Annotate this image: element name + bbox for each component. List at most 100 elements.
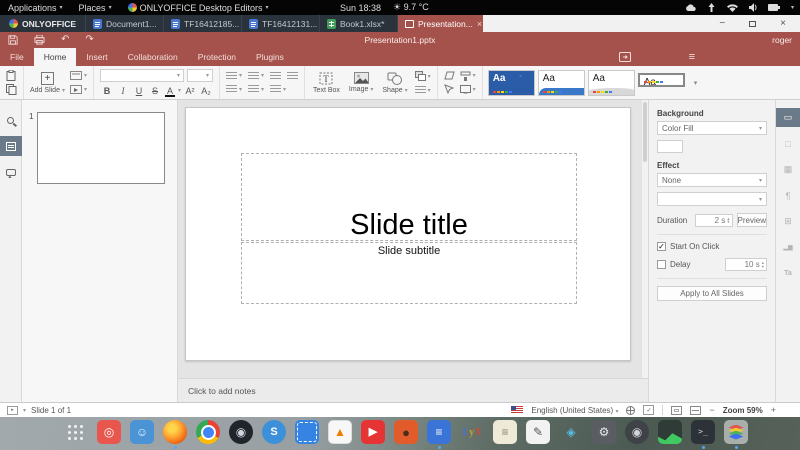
shape-settings-button[interactable]: □ xyxy=(776,134,800,153)
tab-collaboration[interactable]: Collaboration xyxy=(118,48,188,66)
tab-file[interactable]: File xyxy=(0,48,34,66)
chevron-down-icon[interactable]: ▾ xyxy=(791,4,794,11)
underline-button[interactable]: U xyxy=(132,86,146,96)
spell-check-icon[interactable]: ✓ xyxy=(643,405,655,415)
slide-size-button[interactable]: ▾ xyxy=(459,85,476,94)
paragraph-settings-button[interactable]: ¶ xyxy=(776,186,800,205)
line-spacing-button[interactable]: ▾ xyxy=(270,85,286,94)
dock-screenshot-tool-icon[interactable]: ◎ xyxy=(97,420,121,444)
vertical-align-button[interactable]: ▾ xyxy=(248,85,264,94)
fit-slide-icon[interactable] xyxy=(671,405,683,415)
image-settings-button[interactable]: ▦ xyxy=(776,160,800,179)
theme-gallery-expand-icon[interactable]: ▾ xyxy=(688,79,704,87)
tab-protection[interactable]: Protection xyxy=(188,48,246,66)
main-window-button[interactable]: ONLYOFFICE xyxy=(0,15,85,32)
scrollbar-thumb[interactable] xyxy=(643,102,647,162)
font-size-select[interactable]: ▾ xyxy=(187,69,213,83)
dock-mail-stamp-icon[interactable] xyxy=(295,420,319,444)
applications-menu[interactable]: Applications ▾ xyxy=(0,0,71,15)
dock-notes-app-icon[interactable]: ≡ xyxy=(493,420,517,444)
restore-button[interactable] xyxy=(749,20,757,27)
clear-style-icon[interactable] xyxy=(444,71,455,80)
duration-spinner[interactable]: 2 s ▴ ▾ xyxy=(694,213,733,227)
horizontal-align-button[interactable]: ▾ xyxy=(226,85,242,94)
font-name-select[interactable]: ▾ xyxy=(100,69,184,83)
tab-book1[interactable]: Book1.xlsx* xyxy=(319,15,397,32)
fit-width-icon[interactable] xyxy=(690,405,702,415)
volume-icon[interactable] xyxy=(748,3,757,12)
dock-text-editor-icon[interactable]: ✎ xyxy=(526,420,550,444)
search-button[interactable] xyxy=(0,110,22,130)
chart-settings-button[interactable]: ▂▆ xyxy=(776,238,800,257)
wifi-icon[interactable] xyxy=(726,3,738,12)
background-fill-select[interactable]: Color Fill ▾ xyxy=(657,121,767,135)
superscript-button[interactable]: A² xyxy=(183,86,197,96)
background-color-swatch[interactable] xyxy=(657,140,683,153)
dock-steam-icon[interactable]: ◉ xyxy=(229,420,253,444)
select-tool-icon[interactable] xyxy=(443,84,454,95)
apply-to-all-slides-button[interactable]: Apply to All Slides xyxy=(657,286,767,301)
bold-button[interactable]: B xyxy=(100,86,114,96)
slides-panel-button[interactable] xyxy=(0,136,22,156)
paste-icon[interactable] xyxy=(6,69,16,81)
copy-icon[interactable] xyxy=(6,84,17,96)
dock-file-manager-icon[interactable]: ☺ xyxy=(130,420,154,444)
slide-thumbnail[interactable] xyxy=(37,112,165,184)
comments-button[interactable] xyxy=(0,162,22,182)
battery-icon[interactable] xyxy=(767,4,780,11)
change-layout-button[interactable]: ▾ xyxy=(69,71,87,80)
dock-onlyoffice-desktop-icon[interactable] xyxy=(724,420,748,449)
subtitle-placeholder[interactable]: Slide subtitle xyxy=(241,242,577,304)
effect-select[interactable]: None ▾ xyxy=(657,173,767,187)
numbering-button[interactable]: ▾ xyxy=(248,71,264,80)
arrange-shape-button[interactable]: ▾ xyxy=(414,71,431,81)
dock-lyx-icon[interactable]: LyX xyxy=(460,420,484,444)
tab-tf16412185[interactable]: TF16412185... xyxy=(163,15,241,32)
start-slideshow-status-button[interactable]: ▸ xyxy=(7,405,18,415)
places-menu[interactable]: Places ▾ xyxy=(71,0,120,15)
tab-home[interactable]: Home xyxy=(33,48,77,66)
tab-insert[interactable]: Insert xyxy=(76,48,117,66)
bullets-button[interactable]: ▾ xyxy=(226,71,242,80)
language-select[interactable]: English (United States) ▾ xyxy=(531,406,618,415)
dock-system-monitor-icon[interactable] xyxy=(658,420,682,444)
theme-gray-wave[interactable]: Aa xyxy=(587,69,635,96)
font-color-button[interactable]: A xyxy=(164,86,176,97)
active-app-menu[interactable]: ONLYOFFICE Desktop Editors ▾ xyxy=(120,0,277,15)
italic-button[interactable]: I xyxy=(116,86,130,96)
dock-firefox-icon[interactable] xyxy=(163,420,187,449)
close-tab-icon[interactable]: × xyxy=(477,19,482,29)
tab-tf16412131[interactable]: TF16412131... xyxy=(241,15,319,32)
tab-presentation1[interactable]: Presentation... × xyxy=(397,15,483,32)
theme-blank-selected[interactable]: Aa xyxy=(637,73,685,87)
minimize-button[interactable]: − xyxy=(719,18,725,29)
start-slideshow-button[interactable]: ▾ xyxy=(69,85,87,94)
title-placeholder[interactable]: Slide title xyxy=(241,153,577,241)
theme-blue-stripe[interactable]: Aa xyxy=(537,69,585,96)
increase-indent-button[interactable] xyxy=(287,71,299,80)
dock-gimp-icon[interactable]: ● xyxy=(394,420,418,444)
tab-plugins[interactable]: Plugins xyxy=(246,48,294,66)
upload-icon[interactable] xyxy=(707,3,716,12)
zoom-in-button[interactable]: + xyxy=(771,405,776,415)
dock-media-player-icon[interactable]: ◉ xyxy=(625,420,649,444)
effect-type-select[interactable]: ▾ xyxy=(657,192,767,206)
dock-terminal-icon[interactable]: >_ xyxy=(691,420,715,449)
image-button[interactable]: Image ▾ xyxy=(347,72,375,93)
close-window-button[interactable]: × xyxy=(780,18,786,29)
dock-youtube-icon[interactable]: ▶ xyxy=(361,420,385,444)
dock-cube-app-icon[interactable]: ◈ xyxy=(559,420,583,444)
preview-button[interactable]: Preview xyxy=(736,213,767,227)
subscript-button[interactable]: A₂ xyxy=(199,86,213,96)
dock-document-editor-icon[interactable]: ≡ xyxy=(427,420,451,449)
dock-skype-icon[interactable]: S xyxy=(262,420,286,444)
tab-document1[interactable]: Document1... xyxy=(85,15,163,32)
slide-settings-button[interactable]: ▭ xyxy=(775,108,800,127)
clock-weather-group[interactable]: Sun 18:38 ☀ 9.7 °C xyxy=(340,2,429,13)
start-on-click-checkbox[interactable]: ✓ xyxy=(657,242,666,251)
table-settings-button[interactable]: ⊞ xyxy=(776,212,800,231)
open-file-location-icon[interactable] xyxy=(618,52,631,62)
zoom-out-button[interactable]: − xyxy=(709,405,714,415)
strikeout-button[interactable]: S xyxy=(148,86,162,96)
delay-checkbox[interactable] xyxy=(657,260,666,269)
